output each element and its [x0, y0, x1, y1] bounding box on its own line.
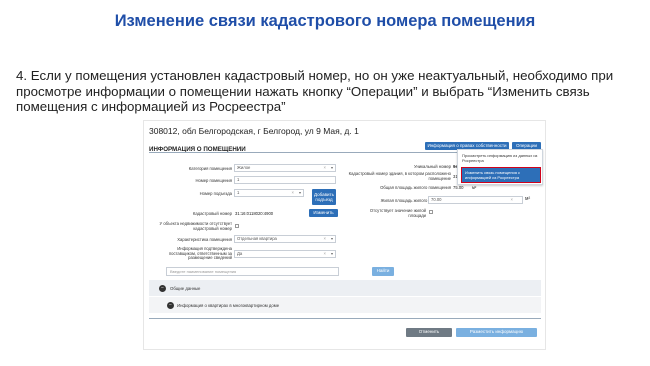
apartments-info-band[interactable]: − Информация о квартирах в многоквартирн…	[149, 297, 541, 313]
chevron-down-icon[interactable]: ▾	[331, 236, 333, 243]
no-living-area-label: Отсутствует значение жилой площади	[369, 208, 426, 218]
general-data-band[interactable]: − Общие данные	[149, 280, 541, 296]
room-number-label: Номер помещения	[195, 178, 232, 183]
general-data-label: Общие данные	[170, 286, 201, 291]
total-area-label: Общая площадь жилого помещения	[380, 185, 451, 190]
chevron-down-icon[interactable]: ▾	[331, 165, 333, 172]
clear-icon[interactable]: ×	[511, 197, 513, 204]
chevron-down-icon[interactable]: ▾	[299, 190, 301, 197]
collapse-icon[interactable]: −	[167, 302, 174, 309]
cadastral-label: Кадастровый номер	[192, 211, 232, 216]
no-living-area-checkbox[interactable]	[429, 210, 433, 214]
category-label: Категория помещения	[188, 166, 232, 171]
collapse-icon[interactable]: −	[159, 285, 166, 292]
publish-button[interactable]: Разместить информацию	[456, 328, 537, 337]
chevron-down-icon[interactable]: ▾	[331, 251, 333, 258]
category-select[interactable]: Жилое × ▾	[234, 164, 336, 172]
confirmed-label: Информация подтверждена поставщиком, отв…	[168, 246, 232, 261]
cadastral-value: 31:16:0118020:4900	[235, 211, 274, 216]
clear-icon[interactable]: ×	[292, 190, 294, 197]
clear-icon[interactable]: ×	[324, 251, 326, 258]
building-cadastral-label: Кадастровый номер здания, в котором расп…	[348, 171, 451, 181]
category-value: Жилое	[237, 165, 251, 170]
cancel-button[interactable]: Отменить	[406, 328, 452, 337]
slide-instruction-text: 4. Если у помещения установлен кадастров…	[16, 68, 614, 114]
total-area-unit: м²	[472, 185, 477, 190]
entrance-select[interactable]: 1 × ▾	[234, 189, 304, 197]
clear-icon[interactable]: ×	[324, 236, 326, 243]
characteristic-label: Характеристика помещения	[177, 237, 232, 242]
operations-menu: Просмотреть информацию из данных из Роср…	[457, 149, 543, 185]
no-cadastral-label: У объекта недвижимости отсутствует кадас…	[159, 221, 232, 231]
total-area-value: 75.00	[453, 185, 464, 190]
entrance-label: Номер подъезда	[199, 191, 232, 196]
no-cadastral-checkbox[interactable]	[235, 224, 239, 228]
apartments-info-label: Информация о квартирах в многоквартирном…	[177, 303, 280, 308]
slide-title: Изменение связи кадастрового номера поме…	[114, 12, 536, 30]
find-button[interactable]: Найти	[372, 267, 394, 276]
change-cadastral-button[interactable]: Изменить	[309, 209, 338, 217]
clear-icon[interactable]: ×	[324, 165, 326, 172]
room-search-input[interactable]: Введите наименование помещения	[166, 267, 339, 276]
living-area-input[interactable]: 70.00 ×	[428, 196, 523, 204]
living-area-value: 70.00	[431, 197, 442, 202]
unique-number-label: Уникальный номер	[413, 164, 451, 169]
confirmed-select[interactable]: Да × ▾	[234, 250, 336, 258]
characteristic-select[interactable]: Отдельная квартира × ▾	[234, 235, 336, 243]
room-number-input[interactable]: 1	[234, 176, 336, 184]
divider	[149, 318, 541, 319]
room-number-value: 1	[237, 177, 240, 182]
add-entrance-button[interactable]: Добавить подъезд	[312, 189, 336, 205]
confirmed-value: Да	[237, 251, 243, 256]
living-area-unit: м²	[525, 196, 531, 202]
address-header: 308012, обл Белгородская, г Белгород, ул…	[149, 126, 359, 136]
entrance-value: 1	[237, 190, 240, 195]
menu-item-change-link[interactable]: Изменить связь помещения с информацией и…	[461, 167, 541, 183]
screenshot-panel: 308012, обл Белгородская, г Белгород, ул…	[143, 120, 546, 350]
characteristic-value: Отдельная квартира	[237, 236, 277, 241]
menu-item-view-rosreestr[interactable]: Просмотреть информацию из данных из Роср…	[462, 153, 540, 163]
